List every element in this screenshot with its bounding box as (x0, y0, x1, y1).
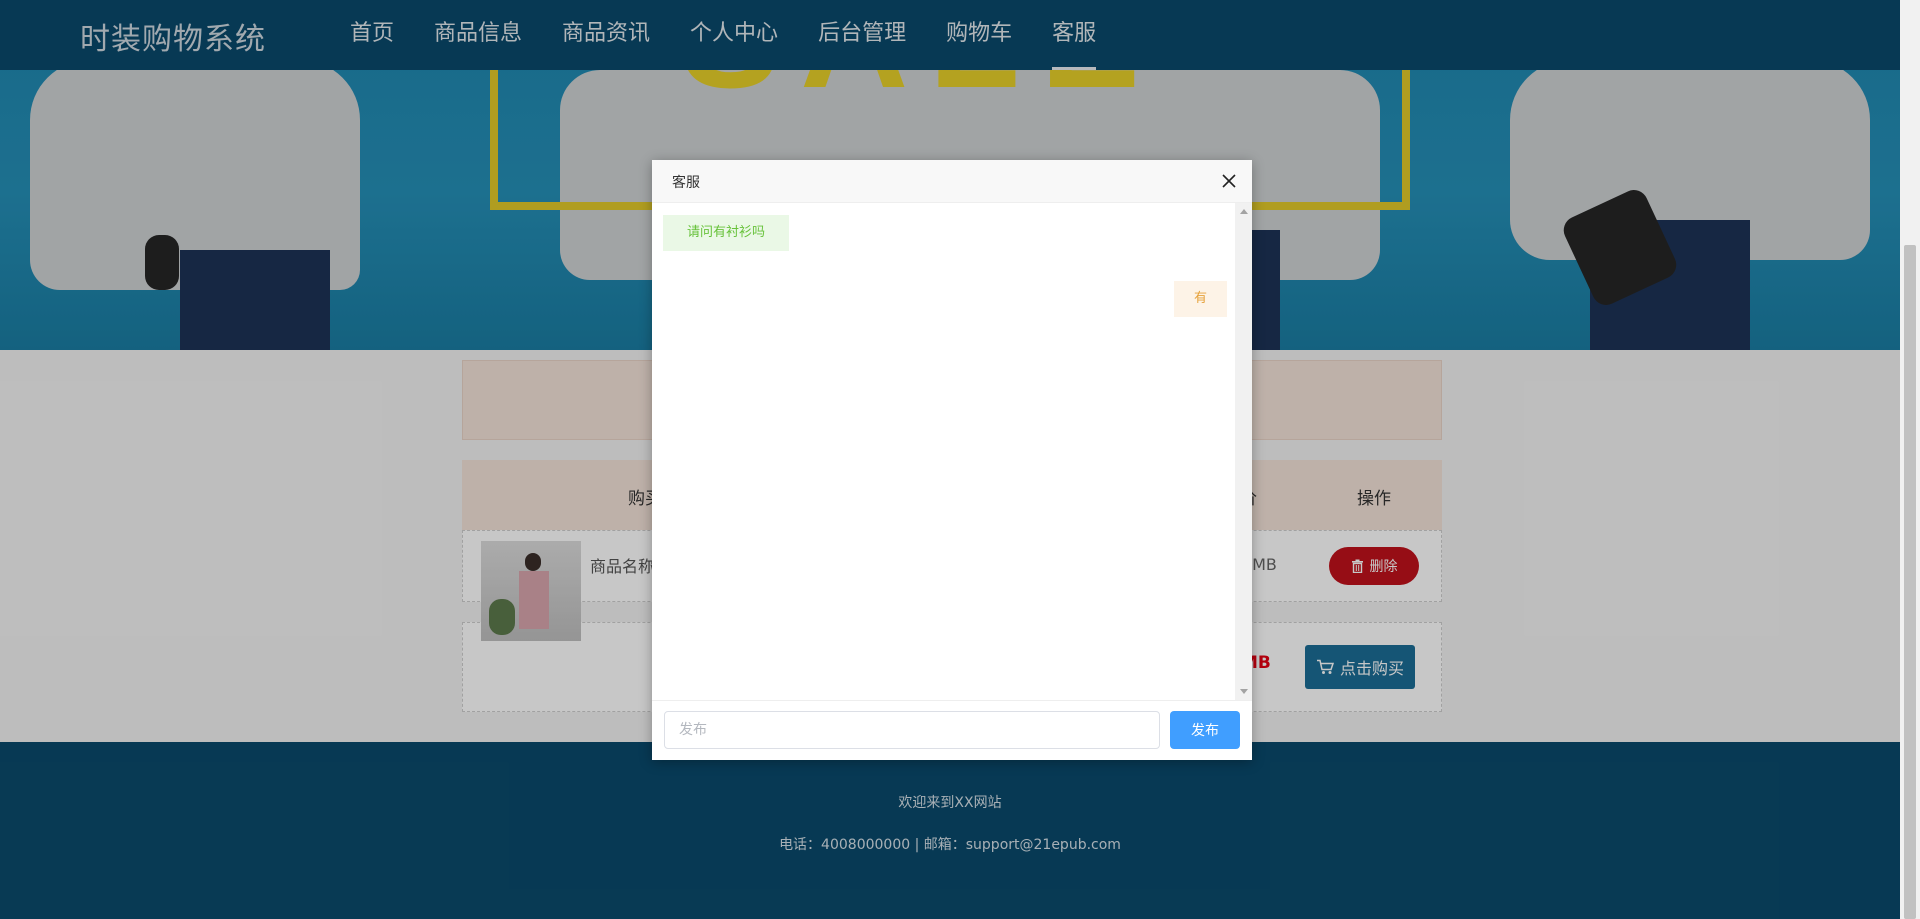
message-input[interactable] (664, 711, 1160, 749)
customer-service-dialog: 客服 请问有衬衫吗 有 发布 (652, 160, 1252, 760)
chat-message-agent: 有 (1173, 281, 1227, 317)
close-icon (1222, 174, 1236, 188)
chat-message-user: 请问有衬衫吗 (663, 215, 790, 251)
chat-scrollbar[interactable] (1235, 203, 1252, 700)
dialog-title: 客服 (672, 175, 700, 191)
dialog-header: 客服 (652, 160, 1252, 203)
scroll-up-arrow-icon[interactable] (1240, 209, 1248, 214)
chat-messages: 请问有衬衫吗 有 (652, 203, 1235, 700)
close-button[interactable] (1218, 170, 1240, 192)
send-button[interactable]: 发布 (1170, 711, 1240, 749)
scroll-down-arrow-icon[interactable] (1240, 689, 1248, 694)
page-scrollbar-thumb[interactable] (1904, 245, 1916, 919)
page-scrollbar[interactable] (1900, 0, 1920, 919)
dialog-footer: 发布 (652, 700, 1252, 761)
